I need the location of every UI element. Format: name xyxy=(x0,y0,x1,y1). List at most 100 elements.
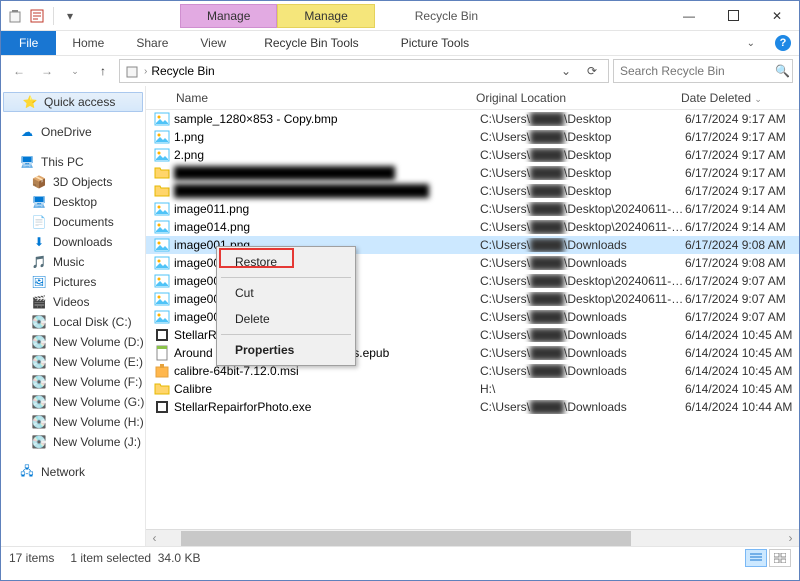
column-original-location[interactable]: Original Location xyxy=(476,91,681,105)
expand-ribbon-icon[interactable]: ⌄ xyxy=(747,38,755,49)
maximize-button[interactable] xyxy=(711,1,755,30)
quick-access-toolbar: ▾ xyxy=(1,7,84,25)
home-tab[interactable]: Home xyxy=(56,31,120,55)
sidebar-item[interactable]: 💽New Volume (J:) xyxy=(1,432,145,452)
table-row[interactable]: sample_1280×853 - Copy.bmpC:\Users\████\… xyxy=(146,110,799,128)
sidebar-this-pc[interactable]: 🖥This PC xyxy=(1,152,145,172)
view-thumbnails-button[interactable] xyxy=(769,549,791,567)
close-button[interactable]: ✕ xyxy=(755,1,799,30)
context-delete[interactable]: Delete xyxy=(219,306,353,332)
refresh-icon[interactable]: ⟳ xyxy=(580,60,604,82)
file-location: C:\Users\████\Desktop xyxy=(480,184,685,198)
folder-icon: 💽 xyxy=(31,334,47,350)
search-icon[interactable]: 🔍 xyxy=(775,64,790,78)
file-name: ██████████████████████████████ xyxy=(174,184,480,198)
folder-icon: 🎵 xyxy=(31,254,47,270)
file-icon xyxy=(154,399,170,415)
file-name: sample_1280×853 - Copy.bmp xyxy=(174,112,480,126)
sidebar-item[interactable]: 💽New Volume (E:) xyxy=(1,352,145,372)
file-icon xyxy=(154,273,170,289)
scrollbar-thumb[interactable] xyxy=(181,531,631,546)
file-date: 6/14/2024 10:44 AM xyxy=(685,400,799,414)
file-icon xyxy=(154,111,170,127)
file-location: C:\Users\████\Downloads xyxy=(480,238,685,252)
sidebar-item[interactable]: 💽New Volume (D:) xyxy=(1,332,145,352)
navigation-pane[interactable]: ⭐Quick access ☁OneDrive 🖥This PC 📦3D Obj… xyxy=(1,86,146,546)
file-tab[interactable]: File xyxy=(1,31,56,55)
file-icon xyxy=(154,201,170,217)
context-cut[interactable]: Cut xyxy=(219,280,353,306)
file-icon xyxy=(154,255,170,271)
table-row[interactable]: image011.pngC:\Users\████\Desktop\202406… xyxy=(146,200,799,218)
scroll-left-icon[interactable]: ‹ xyxy=(146,531,163,545)
minimize-button[interactable]: — xyxy=(667,1,711,30)
file-location: C:\Users\████\Desktop xyxy=(480,148,685,162)
table-row[interactable]: 2.pngC:\Users\████\Desktop6/17/2024 9:17… xyxy=(146,146,799,164)
contextual-tab-yellow[interactable]: Manage xyxy=(277,4,374,28)
file-location: H:\ xyxy=(480,382,685,396)
properties-icon[interactable] xyxy=(29,8,45,24)
file-location: C:\Users\████\Downloads xyxy=(480,328,685,342)
sidebar-item[interactable]: 📦3D Objects xyxy=(1,172,145,192)
sidebar-item[interactable]: 📄Documents xyxy=(1,212,145,232)
table-row[interactable]: 1.pngC:\Users\████\Desktop6/17/2024 9:17… xyxy=(146,128,799,146)
folder-icon: 🖼 xyxy=(31,274,47,290)
folder-icon: 💽 xyxy=(31,434,47,450)
up-button[interactable]: ↑ xyxy=(91,59,115,83)
column-date-deleted[interactable]: Date Deleted ⌄ xyxy=(681,91,799,105)
forward-button: → xyxy=(35,59,59,83)
table-row[interactable]: StellarRepairforPhoto.exeC:\Users\████\D… xyxy=(146,398,799,416)
table-row[interactable]: ██████████████████████████C:\Users\████\… xyxy=(146,164,799,182)
table-row[interactable]: ██████████████████████████████C:\Users\█… xyxy=(146,182,799,200)
pc-icon: 🖥 xyxy=(19,154,35,170)
file-location: C:\Users\████\Desktop\20240611-data-re..… xyxy=(480,292,685,306)
sidebar-item[interactable]: 🎬Videos xyxy=(1,292,145,312)
sidebar-onedrive[interactable]: ☁OneDrive xyxy=(1,122,145,142)
file-date: 6/17/2024 9:17 AM xyxy=(685,148,799,162)
address-box[interactable]: › Recycle Bin ⌄ ⟳ xyxy=(119,59,609,83)
address-dropdown-icon[interactable]: ⌄ xyxy=(554,60,578,82)
recent-dropdown[interactable]: ⌄ xyxy=(63,59,87,83)
sidebar-item[interactable]: 💽New Volume (F:) xyxy=(1,372,145,392)
column-headers[interactable]: Name Original Location Date Deleted ⌄ xyxy=(146,86,799,110)
folder-icon: 🖥 xyxy=(31,194,47,210)
sidebar-item[interactable]: 💽New Volume (G:) xyxy=(1,392,145,412)
file-name: StellarRepairforPhoto.exe xyxy=(174,400,480,414)
file-date: 6/17/2024 9:17 AM xyxy=(685,166,799,180)
contextual-tab-pink[interactable]: Manage xyxy=(180,4,277,28)
file-location: C:\Users\████\Downloads xyxy=(480,364,685,378)
sidebar-item[interactable]: 💽New Volume (H:) xyxy=(1,412,145,432)
sidebar-quick-access[interactable]: ⭐Quick access xyxy=(3,92,143,112)
file-location: C:\Users\████\Downloads xyxy=(480,400,685,414)
scroll-right-icon[interactable]: › xyxy=(782,531,799,545)
table-row[interactable]: image014.pngC:\Users\████\Desktop\202406… xyxy=(146,218,799,236)
table-row[interactable]: CalibreH:\6/14/2024 10:45 AM xyxy=(146,380,799,398)
sidebar-item[interactable]: ⬇Downloads xyxy=(1,232,145,252)
horizontal-scrollbar[interactable]: ‹ › xyxy=(146,529,799,546)
sidebar-item[interactable]: 🎵Music xyxy=(1,252,145,272)
recycle-bin-tools-tab[interactable]: Recycle Bin Tools xyxy=(248,31,375,55)
file-icon xyxy=(154,345,170,361)
back-button[interactable]: ← xyxy=(7,59,31,83)
search-input[interactable] xyxy=(620,64,775,78)
sidebar-item[interactable]: 🖼Pictures xyxy=(1,272,145,292)
folder-icon: 📦 xyxy=(31,174,47,190)
sidebar-network[interactable]: 🖧Network xyxy=(1,462,145,482)
share-tab[interactable]: Share xyxy=(120,31,184,55)
context-properties[interactable]: Properties xyxy=(219,337,353,363)
qat-dropdown-icon[interactable]: ▾ xyxy=(62,8,78,24)
star-icon: ⭐ xyxy=(22,94,38,110)
file-name: 1.png xyxy=(174,130,480,144)
view-tab[interactable]: View xyxy=(184,31,242,55)
search-box[interactable]: 🔍 xyxy=(613,59,793,83)
context-restore[interactable]: Restore xyxy=(219,249,353,275)
help-icon[interactable]: ? xyxy=(775,35,791,51)
status-item-count: 17 items xyxy=(9,551,54,565)
view-details-button[interactable] xyxy=(745,549,767,567)
folder-icon: 🎬 xyxy=(31,294,47,310)
picture-tools-tab[interactable]: Picture Tools xyxy=(385,31,485,55)
column-name[interactable]: Name xyxy=(146,91,476,105)
file-location: C:\Users\████\Desktop\20240611-data-re..… xyxy=(480,220,685,234)
sidebar-item[interactable]: 💽Local Disk (C:) xyxy=(1,312,145,332)
sidebar-item[interactable]: 🖥Desktop xyxy=(1,192,145,212)
